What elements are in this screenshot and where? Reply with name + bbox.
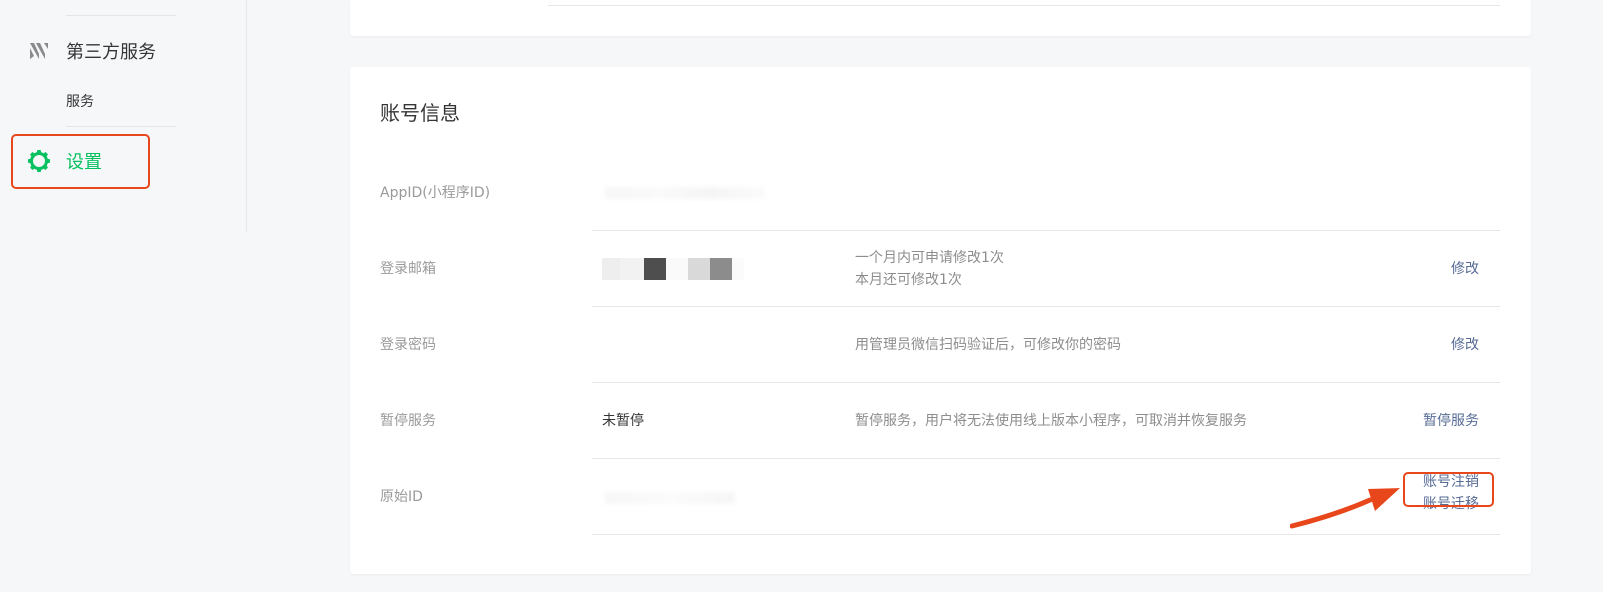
sidebar-item-settings[interactable]: 设置 (27, 148, 102, 174)
gear-icon (27, 149, 51, 173)
previous-card (350, 0, 1531, 36)
sidebar-divider (66, 126, 176, 127)
redacted-value (605, 187, 765, 199)
sidebar-divider (66, 15, 176, 16)
row-description: 用管理员微信扫码验证后，可修改你的密码 (855, 337, 1121, 353)
divider (548, 5, 1500, 6)
modify-email-link[interactable]: 修改 (1451, 258, 1479, 280)
sidebar-section-label: 第三方服务 (66, 42, 156, 63)
pause-status-value: 未暂停 (602, 413, 644, 429)
third-party-service-icon (28, 40, 50, 62)
card-title: 账号信息 (380, 101, 460, 125)
row-label: AppID(小程序ID) (380, 185, 491, 201)
redacted-value (605, 492, 735, 504)
account-migrate-link[interactable]: 账号迁移 (1423, 493, 1479, 515)
redacted-value (602, 258, 744, 280)
sidebar-section-third-party[interactable]: 第三方服务 (28, 38, 156, 64)
row-label: 原始ID (380, 489, 423, 505)
account-info-card: 账号信息 AppID(小程序ID) 登录邮箱 一个月内可申请修改1次 本月还可修… (350, 67, 1531, 574)
row-login-password: 登录密码 用管理员微信扫码验证后，可修改你的密码 修改 (380, 307, 1500, 383)
row-pause-service: 暂停服务 未暂停 暂停服务，用户将无法使用线上版本小程序，可取消并恢复服务 暂停… (380, 383, 1500, 459)
row-label: 登录邮箱 (380, 261, 436, 277)
sidebar-item-label: 设置 (66, 152, 102, 173)
pause-service-link[interactable]: 暂停服务 (1423, 410, 1479, 432)
row-label: 暂停服务 (380, 413, 436, 429)
row-appid: AppID(小程序ID) (380, 155, 1500, 231)
row-divider (592, 534, 1500, 535)
row-description: 一个月内可申请修改1次 本月还可修改1次 (855, 250, 1004, 288)
row-label: 登录密码 (380, 337, 436, 353)
modify-password-link[interactable]: 修改 (1451, 334, 1479, 356)
sidebar-item-service[interactable]: 服务 (66, 91, 94, 111)
row-description: 暂停服务，用户将无法使用线上版本小程序，可取消并恢复服务 (855, 413, 1247, 429)
sidebar: 第三方服务 服务 设置 (0, 0, 247, 232)
account-cancel-link[interactable]: 账号注销 (1423, 471, 1479, 493)
row-original-id: 原始ID 账号注销 账号迁移 (380, 459, 1500, 535)
row-login-email: 登录邮箱 一个月内可申请修改1次 本月还可修改1次 修改 (380, 231, 1500, 307)
